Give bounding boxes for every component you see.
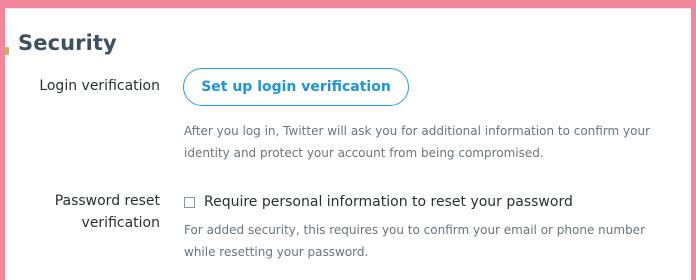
- security-settings-panel: Security Login verification Set up login…: [5, 8, 691, 280]
- login-verification-label: Login verification: [39, 78, 160, 94]
- password-reset-checkbox-row[interactable]: Require personal information to reset yo…: [184, 192, 573, 212]
- login-verification-helper-text: After you log in, Twitter will ask you f…: [184, 124, 651, 160]
- password-reset-helper-text: For added security, this requires you to…: [184, 223, 645, 259]
- section-title: Security: [18, 31, 117, 55]
- edge-marker: [5, 47, 9, 55]
- password-reset-checkbox[interactable]: [184, 196, 195, 208]
- password-reset-checkbox-label[interactable]: Require personal information to reset yo…: [204, 194, 573, 210]
- password-reset-verification-label: Password reset verification: [54, 193, 160, 231]
- set-up-login-verification-button[interactable]: Set up login verification: [183, 68, 409, 106]
